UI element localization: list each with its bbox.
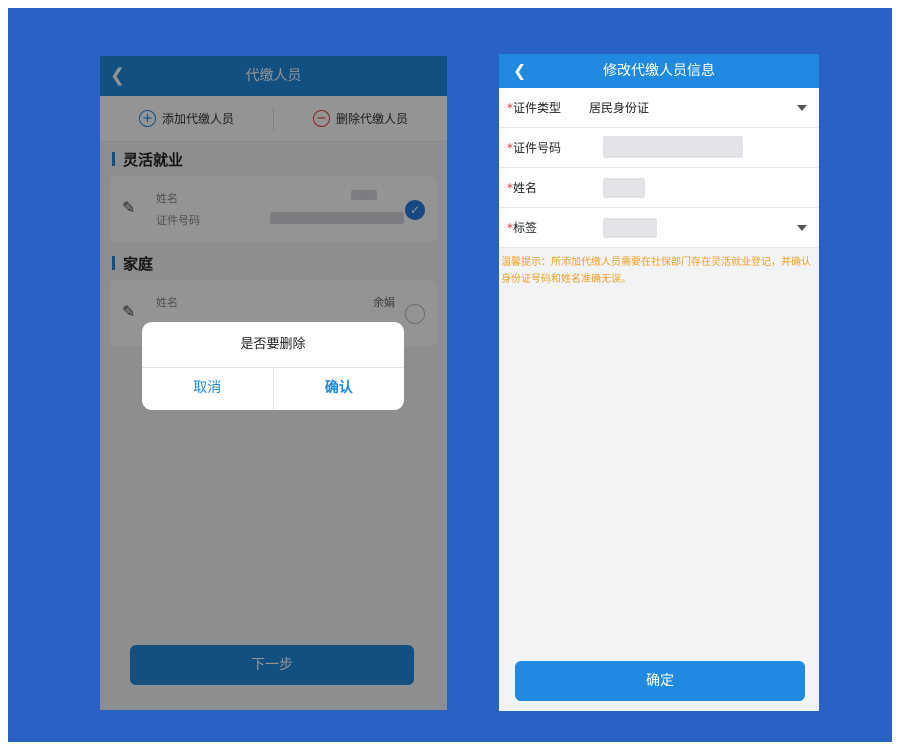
confirm-delete-dialog: 是否要删除 取消 确认 <box>142 322 404 410</box>
field-label: *证件号码 <box>499 139 589 156</box>
background-panel: ❮ 代缴人员 + 添加代缴人员 − 删除代缴人员 灵活就业 ✎ 姓名 证件号码 … <box>8 8 892 742</box>
blurred-name <box>603 178 645 198</box>
id-type-label: 证件类型 <box>513 101 562 115</box>
right-nav-bar: ❮ 修改代缴人员信息 <box>499 54 819 88</box>
id-number-label: 证件号码 <box>513 141 562 155</box>
dropdown-caret-icon[interactable] <box>797 225 807 231</box>
field-label: *标签 <box>499 219 589 236</box>
confirm-submit-button[interactable]: 确定 <box>515 661 805 701</box>
field-label: *证件类型 <box>499 99 589 116</box>
id-number-field[interactable]: *证件号码 <box>499 128 819 168</box>
name-label: 姓名 <box>513 181 538 195</box>
warm-tip-text: 温馨提示：所添加代缴人员需要在社保部门存在灵活就业登记，并确认身份证号码和姓名准… <box>501 257 811 285</box>
left-phone-screen: ❮ 代缴人员 + 添加代缴人员 − 删除代缴人员 灵活就业 ✎ 姓名 证件号码 … <box>100 56 447 710</box>
dropdown-caret-icon[interactable] <box>797 105 807 111</box>
blurred-tag <box>603 218 657 238</box>
cancel-button[interactable]: 取消 <box>142 368 273 410</box>
confirm-button[interactable]: 确认 <box>272 368 405 410</box>
dialog-buttons: 取消 确认 <box>142 368 404 410</box>
field-label: *姓名 <box>499 179 589 196</box>
page-title: 修改代缴人员信息 <box>603 63 715 79</box>
right-phone-screen: ❮ 修改代缴人员信息 *证件类型 居民身份证 *证件号码 *姓名 *标签 温馨提… <box>499 54 819 711</box>
id-type-field[interactable]: *证件类型 居民身份证 <box>499 88 819 128</box>
dialog-title: 是否要删除 <box>142 322 404 368</box>
id-type-value: 居民身份证 <box>589 101 650 115</box>
name-field[interactable]: *姓名 <box>499 168 819 208</box>
tag-label: 标签 <box>513 221 538 235</box>
blurred-id-number <box>603 136 743 158</box>
tag-field[interactable]: *标签 <box>499 208 819 248</box>
